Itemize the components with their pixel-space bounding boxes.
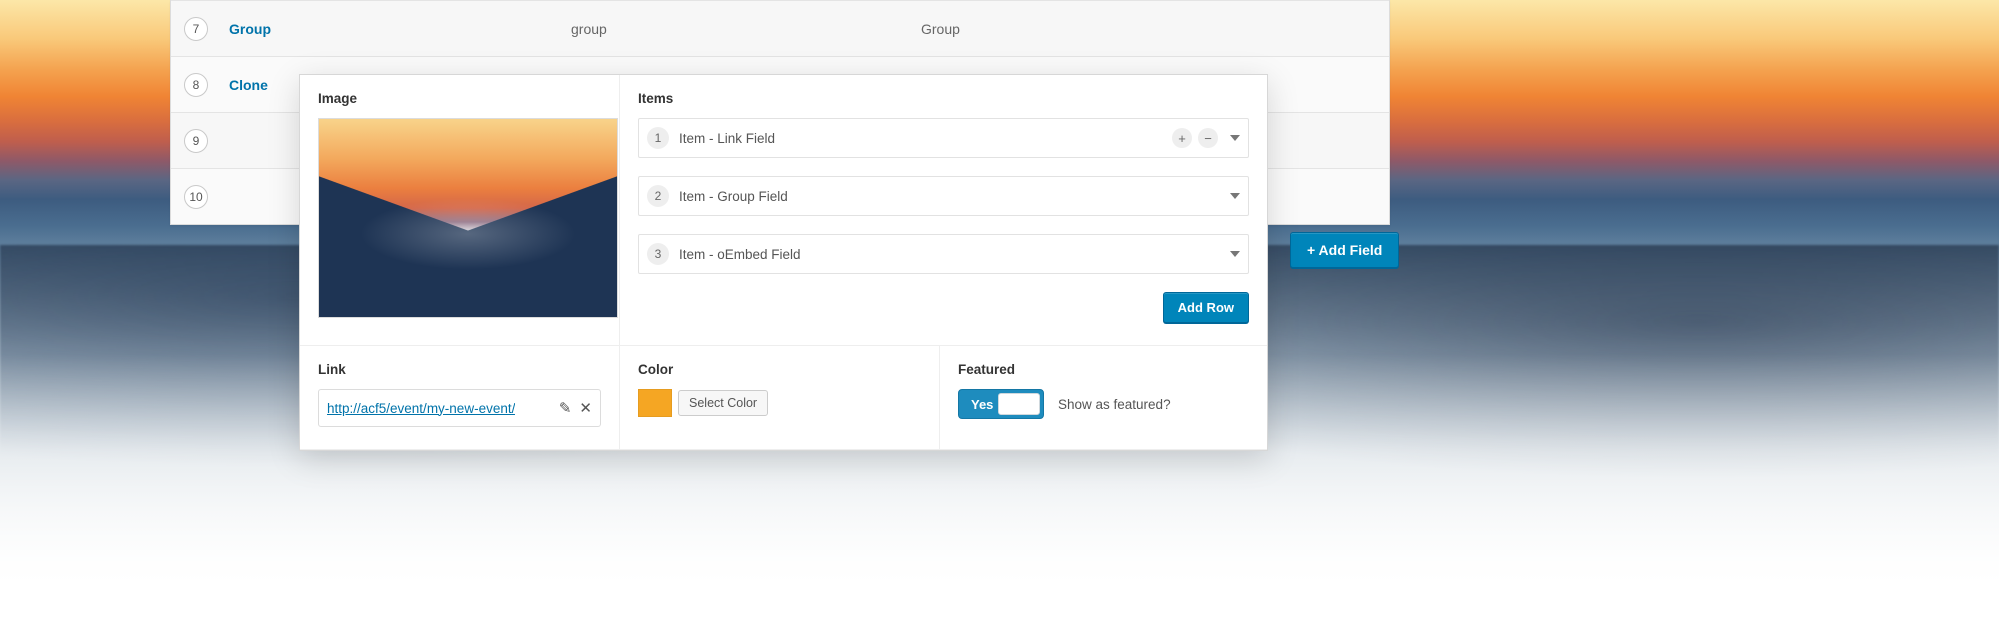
- image-field-cell: Image: [300, 75, 620, 346]
- featured-toggle[interactable]: Yes: [958, 389, 1044, 419]
- row-number: 9: [184, 129, 208, 153]
- toggle-knob: [998, 393, 1040, 415]
- row-handle[interactable]: 9: [171, 129, 221, 153]
- color-field-cell: Color Select Color: [620, 346, 940, 450]
- link-field-cell: Link http://acf5/event/my-new-event/ ✎ ✕: [300, 346, 620, 450]
- featured-heading: Featured: [958, 362, 1249, 377]
- image-heading: Image: [318, 91, 601, 106]
- remove-row-icon[interactable]: −: [1198, 128, 1218, 148]
- field-name: group: [571, 21, 921, 37]
- row-handle[interactable]: 8: [171, 73, 221, 97]
- field-label[interactable]: Group: [221, 21, 571, 37]
- items-field-cell: Items 1 Item - Link Field + − 2 Item - G…: [620, 75, 1267, 346]
- select-color-button[interactable]: Select Color: [678, 390, 768, 416]
- field-row[interactable]: 7 Group group Group: [171, 0, 1389, 56]
- row-title: Item - Group Field: [679, 189, 1224, 204]
- repeater-row[interactable]: 3 Item - oEmbed Field: [638, 234, 1249, 274]
- row-index: 2: [647, 185, 669, 207]
- remove-link-icon[interactable]: ✕: [579, 401, 592, 416]
- link-input[interactable]: http://acf5/event/my-new-event/ ✎ ✕: [318, 389, 601, 427]
- row-handle[interactable]: 10: [171, 185, 221, 209]
- row-title: Item - Link Field: [679, 131, 1172, 146]
- image-thumbnail[interactable]: [318, 118, 618, 318]
- repeater-row[interactable]: 1 Item - Link Field + −: [638, 118, 1249, 158]
- row-index: 1: [647, 127, 669, 149]
- collapse-toggle-icon[interactable]: [1230, 251, 1240, 257]
- edit-link-icon[interactable]: ✎: [559, 401, 572, 416]
- row-number: 7: [184, 17, 208, 41]
- add-row-button[interactable]: Add Row: [1163, 292, 1249, 323]
- field-type: Group: [921, 21, 1389, 37]
- link-heading: Link: [318, 362, 601, 377]
- row-number: 8: [184, 73, 208, 97]
- featured-toggle-state: Yes: [971, 397, 993, 412]
- featured-label: Show as featured?: [1058, 397, 1171, 412]
- featured-field-cell: Featured Yes Show as featured?: [940, 346, 1267, 450]
- collapse-toggle-icon[interactable]: [1230, 193, 1240, 199]
- collapse-toggle-icon[interactable]: [1230, 135, 1240, 141]
- repeater-row[interactable]: 2 Item - Group Field: [638, 176, 1249, 216]
- row-handle[interactable]: 7: [171, 17, 221, 41]
- row-number: 10: [184, 185, 208, 209]
- color-swatch[interactable]: [638, 389, 672, 417]
- row-index: 3: [647, 243, 669, 265]
- row-title: Item - oEmbed Field: [679, 247, 1224, 262]
- color-heading: Color: [638, 362, 921, 377]
- add-field-button[interactable]: + Add Field: [1290, 232, 1399, 268]
- add-row-icon[interactable]: +: [1172, 128, 1192, 148]
- field-editor-panel: Image Items 1 Item - Link Field + − 2 It: [299, 74, 1268, 451]
- link-url[interactable]: http://acf5/event/my-new-event/: [327, 401, 515, 416]
- items-heading: Items: [638, 91, 1249, 106]
